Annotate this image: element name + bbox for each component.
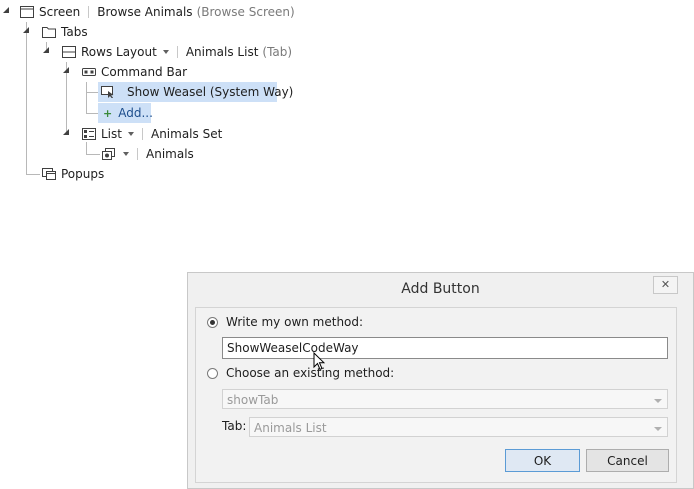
tree-item-label: Animals <box>146 147 194 161</box>
tree-item-rows-layout[interactable]: Rows Layout Animals List (Tab) <box>62 42 292 62</box>
tab-select: Animals List <box>249 417 668 437</box>
write-method-label[interactable]: Write my own method: <box>226 315 363 329</box>
existing-method-label[interactable]: Choose an existing method: <box>226 366 394 380</box>
write-method-radio[interactable] <box>207 317 218 328</box>
cancel-button[interactable]: Cancel <box>586 449 669 472</box>
tree-item-label: Screen <box>39 5 81 19</box>
expand-arrow-icon[interactable] <box>3 7 9 13</box>
tree-line <box>86 82 87 114</box>
ok-button-label: OK <box>533 453 552 468</box>
screen-type: (Browse Screen) <box>196 5 295 19</box>
tree-line <box>26 22 27 175</box>
rows-layout-icon <box>62 46 76 58</box>
existing-method-select: showTab <box>222 389 668 409</box>
tree-item-label: Rows Layout <box>81 45 157 59</box>
rows-layout-name: Animals List <box>185 45 259 59</box>
summary-icon <box>102 148 116 160</box>
existing-method-radio[interactable] <box>207 368 218 379</box>
tree-item-popups[interactable]: Popups <box>42 164 104 184</box>
chevron-down-icon <box>654 399 662 403</box>
button-icon <box>101 86 115 99</box>
tree-item-show-weasel[interactable]: Show Weasel (System Way) <box>98 82 293 102</box>
close-icon: ✕ <box>660 278 671 291</box>
tree-line <box>86 154 100 155</box>
close-button[interactable]: ✕ <box>653 276 678 294</box>
tree-line <box>86 113 98 114</box>
tree-item-label: Tabs <box>61 25 88 39</box>
command-bar-icon <box>82 66 96 78</box>
dropdown-caret-icon[interactable] <box>127 132 134 136</box>
plus-icon: + <box>103 106 113 120</box>
tree-item-label: Show Weasel (System Way) <box>127 85 294 99</box>
tree-line <box>26 174 40 175</box>
tree-item-animals[interactable]: Animals <box>102 144 194 164</box>
tree-item-tabs[interactable]: Tabs <box>42 22 88 42</box>
tab-label: Tab: <box>222 419 247 433</box>
dialog-title: Add Button <box>401 281 480 297</box>
separator <box>176 46 178 58</box>
list-name: Animals Set <box>150 127 223 141</box>
tree-item-label: Add... <box>118 106 153 120</box>
tree-item-list[interactable]: List Animals Set <box>82 124 222 144</box>
separator <box>88 6 90 18</box>
dropdown-caret-icon[interactable] <box>162 50 169 54</box>
existing-method-value: showTab <box>227 393 279 407</box>
expand-arrow-icon[interactable] <box>63 129 69 135</box>
tree-item-add[interactable]: + Add... <box>98 103 153 123</box>
method-name-input[interactable] <box>222 337 668 359</box>
expand-arrow-icon[interactable] <box>63 67 69 73</box>
tree-item-command-bar[interactable]: Command Bar <box>82 62 187 82</box>
tree-item-label: Command Bar <box>101 65 188 79</box>
tree-item-screen[interactable]: Screen Browse Animals (Browse Screen) <box>20 2 295 22</box>
tree-item-label: List <box>101 127 122 141</box>
tree-line <box>86 92 98 93</box>
separator <box>141 128 143 140</box>
expand-arrow-icon[interactable] <box>43 47 49 53</box>
rows-layout-type: (Tab) <box>262 45 293 59</box>
cancel-button-label: Cancel <box>607 453 648 468</box>
expand-arrow-icon[interactable] <box>23 27 29 33</box>
screen-name: Browse Animals <box>97 5 193 19</box>
chevron-down-icon <box>654 427 662 431</box>
tab-value: Animals List <box>254 421 327 435</box>
dropdown-caret-icon[interactable] <box>123 152 129 156</box>
radio-selected-dot <box>210 320 215 325</box>
folder-icon <box>42 26 56 38</box>
screen-icon <box>20 6 34 18</box>
list-icon <box>82 128 96 140</box>
popups-icon <box>42 168 56 180</box>
tree-item-label: Popups <box>61 167 105 181</box>
ok-button[interactable]: OK <box>505 449 580 472</box>
separator <box>137 148 138 160</box>
